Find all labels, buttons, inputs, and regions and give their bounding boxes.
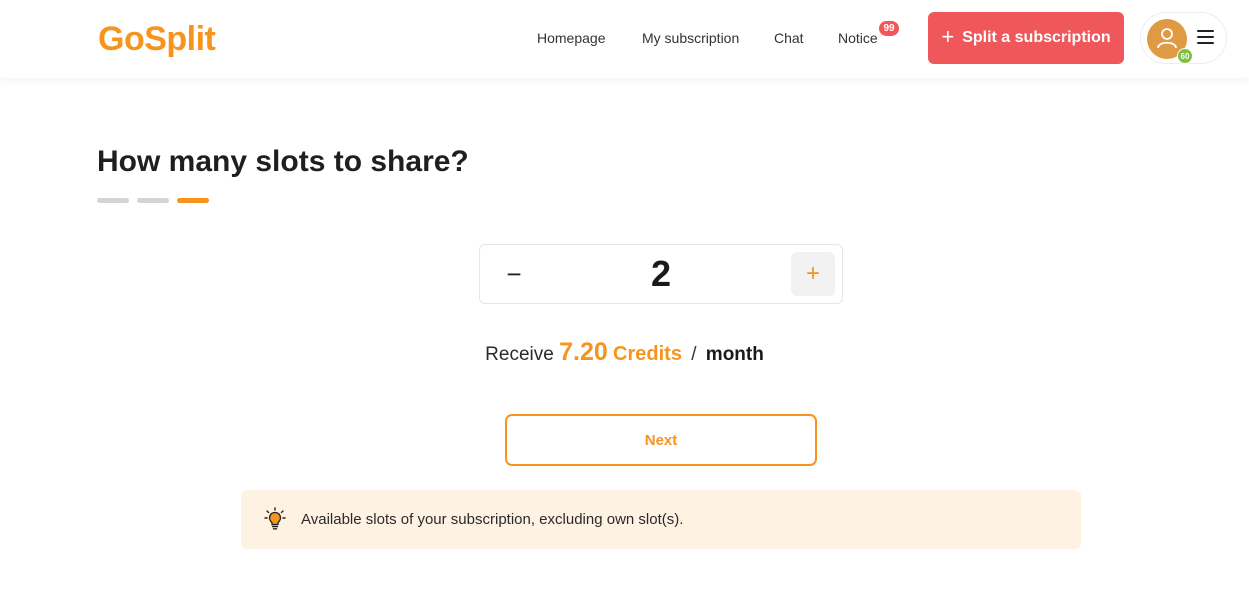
credits-unit: Credits xyxy=(613,343,682,365)
nav-notice[interactable]: Notice xyxy=(838,30,878,46)
increase-button[interactable]: + xyxy=(791,252,835,296)
notice-count-badge: 99 xyxy=(879,21,899,36)
step-indicator-2 xyxy=(137,198,169,203)
lightbulb-icon xyxy=(264,507,286,530)
step-indicator-3-active xyxy=(177,198,209,203)
next-button[interactable]: Next xyxy=(505,414,817,466)
nav-my-subscription[interactable]: My subscription xyxy=(642,30,739,46)
menu-icon[interactable] xyxy=(1197,30,1214,46)
per-separator: / xyxy=(691,344,697,365)
info-tip-box: Available slots of your subscription, ex… xyxy=(241,490,1081,549)
receive-prefix: Receive xyxy=(485,344,554,365)
user-level-badge: 60 xyxy=(1177,48,1193,64)
progress-steps xyxy=(97,198,209,203)
credits-amount: 7.20 xyxy=(559,338,608,366)
receive-credits-line: Receive 7.20 Credits / month xyxy=(0,338,1249,367)
split-subscription-button[interactable]: + Split a subscription xyxy=(928,12,1124,64)
user-menu[interactable]: 60 xyxy=(1140,12,1227,64)
plus-icon: + xyxy=(941,24,955,49)
nav-homepage[interactable]: Homepage xyxy=(537,30,606,46)
credits-period: month xyxy=(705,344,764,365)
gosplit-logo[interactable]: GoSplit xyxy=(98,20,216,59)
avatar[interactable]: 60 xyxy=(1147,19,1193,64)
nav-chat[interactable]: Chat xyxy=(774,30,804,46)
user-icon xyxy=(1157,28,1177,49)
split-subscription-label: Split a subscription xyxy=(962,29,1111,46)
step-indicator-1 xyxy=(97,198,129,203)
page-title: How many slots to share? xyxy=(97,145,469,178)
slots-quantity-value[interactable]: 2 xyxy=(600,253,722,295)
top-header: GoSplit Homepage My subscription Chat No… xyxy=(0,0,1249,78)
slots-quantity-stepper: − 2 + xyxy=(479,244,843,304)
info-tip-text: Available slots of your subscription, ex… xyxy=(301,511,684,528)
decrease-button[interactable]: − xyxy=(492,252,536,296)
